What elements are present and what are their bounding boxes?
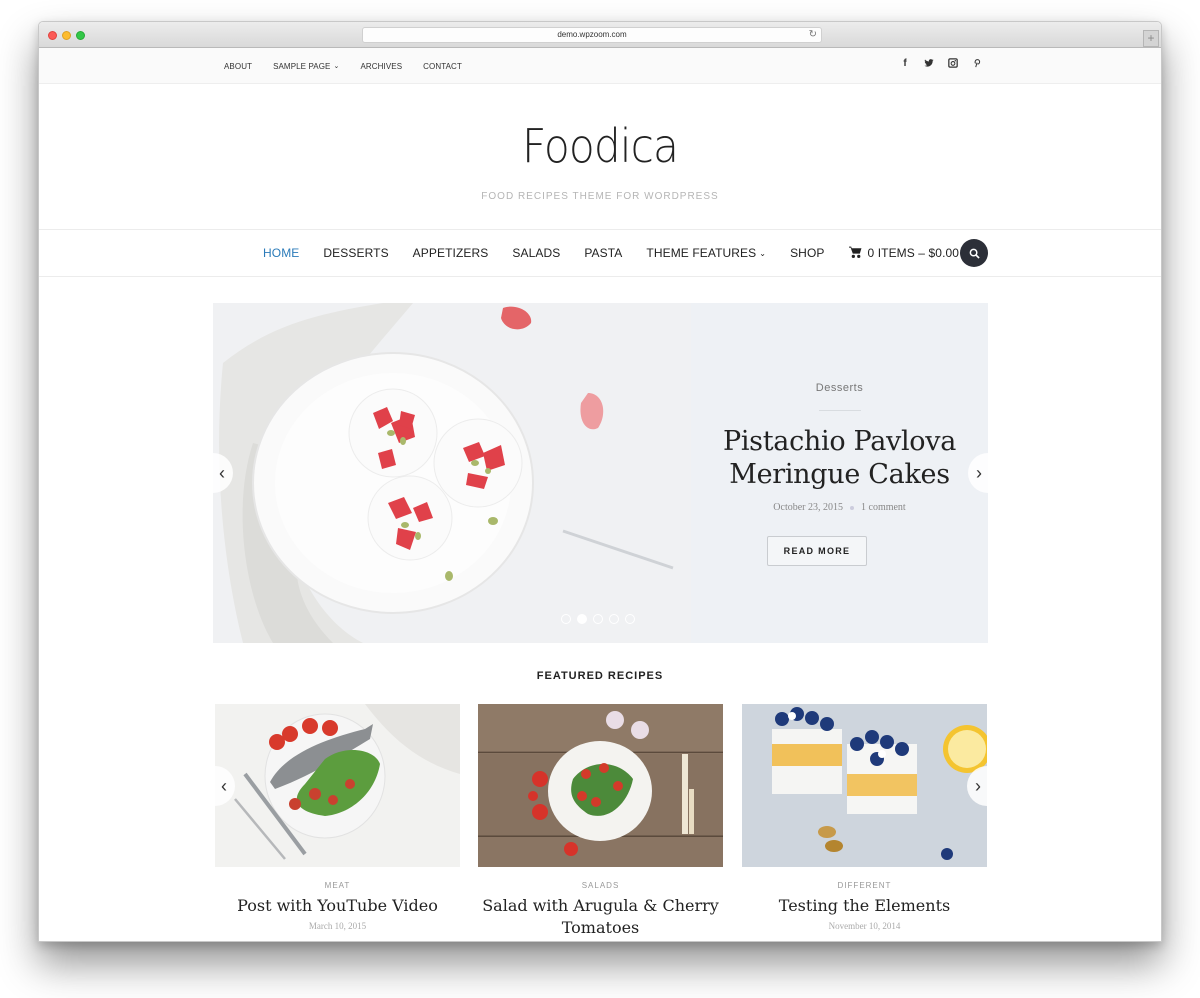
search-icon [969, 248, 980, 259]
slide-dot[interactable] [593, 614, 603, 624]
slide-comments[interactable]: 1 comment [861, 502, 906, 513]
chevron-right-icon: › [975, 775, 981, 796]
nav-item-appetizers[interactable]: APPETIZERS [413, 246, 489, 260]
recipe-category[interactable]: SALADS [478, 881, 723, 890]
top-nav: ABOUT SAMPLE PAGE ⌄ ARCHIVES CONTACT [224, 48, 483, 84]
instagram-icon[interactable] [947, 56, 959, 70]
nav-label: SHOP [790, 246, 825, 260]
recipe-category[interactable]: MEAT [215, 881, 460, 890]
recipe-card[interactable]: › DIFFERENT Testing the Elements Novembe… [742, 704, 987, 931]
site-tagline: FOOD RECIPES THEME FOR WORDPRESS [481, 191, 719, 202]
nav-item-salads[interactable]: SALADS [512, 246, 560, 260]
cart-total: 0 ITEMS – $0.00 [867, 246, 960, 260]
recipe-date: November 10, 2014 [828, 921, 901, 931]
new-tab-button[interactable]: + [1143, 30, 1159, 47]
browser-titlebar: demo.wpzoom.com ↻ + [39, 22, 1161, 48]
slide-dot[interactable] [609, 614, 619, 624]
nav-item-theme-features[interactable]: THEME FEATURES ⌄ [646, 246, 766, 260]
maximize-window-button[interactable] [76, 31, 85, 40]
slide-dot[interactable] [625, 614, 635, 624]
recipe-category[interactable]: DIFFERENT [742, 881, 987, 890]
cart-icon [848, 246, 862, 261]
recipe-image[interactable] [478, 704, 723, 867]
chevron-right-icon: › [976, 462, 982, 483]
nav-label: THEME FEATURES [646, 246, 757, 260]
nav-label: PASTA [584, 246, 623, 260]
slide-dot-active[interactable] [577, 614, 587, 624]
nav-item-shop[interactable]: SHOP [790, 246, 824, 260]
nav-label: HOME [263, 246, 300, 260]
nav-item-cart[interactable]: 0 ITEMS – $0.00 [848, 246, 960, 261]
slide-date: October 23, 2015 [773, 502, 843, 513]
search-button[interactable] [960, 239, 988, 267]
slide-caption: Desserts Pistachio Pavlova Meringue Cake… [691, 303, 988, 643]
address-bar[interactable]: demo.wpzoom.com ↻ [362, 27, 822, 43]
recipe-card[interactable]: SALADS Salad with Arugula & Cherry Tomat… [478, 704, 723, 939]
minimize-window-button[interactable] [62, 31, 71, 40]
pinterest-icon[interactable] [971, 56, 983, 70]
recipe-title[interactable]: Salad with Arugula & Cherry Tomatoes [478, 895, 723, 939]
nav-item-home[interactable]: HOME [263, 246, 299, 260]
hero-slider: Desserts Pistachio Pavlova Meringue Cake… [213, 303, 988, 643]
featured-recipes-heading: FEATURED RECIPES [536, 670, 664, 682]
chevron-left-icon: ‹ [221, 775, 227, 796]
main-nav: HOME DESSERTS APPETIZERS SALADS PASTA TH… [39, 229, 1161, 277]
nav-label: APPETIZERS [412, 246, 489, 260]
top-nav-label: SAMPLE PAGE [273, 61, 331, 71]
recipe-image[interactable]: › [742, 704, 987, 867]
recipe-image[interactable]: ‹ [215, 704, 460, 867]
chevron-down-icon: ⌄ [759, 248, 767, 258]
nav-label: DESSERTS [323, 246, 389, 260]
recipe-title[interactable]: Post with YouTube Video [215, 895, 460, 917]
recipe-date: March 10, 2015 [308, 921, 367, 931]
top-nav-sample-page[interactable]: SAMPLE PAGE ⌄ [273, 62, 339, 71]
nav-label: SALADS [512, 246, 561, 260]
twitter-icon[interactable] [923, 56, 935, 70]
chevron-down-icon: ⌄ [333, 63, 340, 70]
slide-category[interactable]: Desserts [691, 382, 988, 394]
top-nav-label: ARCHIVES [360, 61, 403, 71]
browser-window: demo.wpzoom.com ↻ + ABOUT SAMPLE PAGE ⌄ A… [38, 21, 1162, 942]
divider [819, 410, 861, 411]
top-nav-archives[interactable]: ARCHIVES [360, 62, 402, 71]
close-window-button[interactable] [48, 31, 57, 40]
site-header: Foodica FOOD RECIPES THEME FOR WORDPRESS [39, 84, 1161, 229]
top-nav-label: CONTACT [423, 61, 462, 71]
slide-meta: October 23, 2015 1 comment [691, 502, 988, 513]
slide-title[interactable]: Pistachio Pavlova Meringue Cakes [691, 425, 988, 491]
url-text: demo.wpzoom.com [557, 30, 627, 39]
site-logo[interactable]: Foodica [84, 119, 1116, 173]
separator-dot [850, 505, 854, 510]
chevron-left-icon: ‹ [219, 462, 225, 483]
slider-pagination [561, 614, 641, 624]
slide-image[interactable] [213, 303, 691, 643]
recipe-card[interactable]: ‹ MEAT Post with YouTube Video March 10,… [215, 704, 460, 931]
top-nav-contact[interactable]: CONTACT [423, 62, 462, 71]
reload-icon[interactable]: ↻ [809, 28, 817, 42]
top-bar: ABOUT SAMPLE PAGE ⌄ ARCHIVES CONTACT f [39, 48, 1161, 84]
social-links: f [887, 56, 983, 70]
nav-item-desserts[interactable]: DESSERTS [323, 246, 388, 260]
facebook-icon[interactable]: f [899, 56, 911, 70]
slide-dot[interactable] [561, 614, 571, 624]
top-nav-about[interactable]: ABOUT [224, 62, 252, 71]
recipe-title[interactable]: Testing the Elements [742, 895, 987, 917]
read-more-button[interactable]: READ MORE [767, 536, 867, 566]
top-nav-label: ABOUT [224, 61, 253, 71]
nav-item-pasta[interactable]: PASTA [584, 246, 622, 260]
